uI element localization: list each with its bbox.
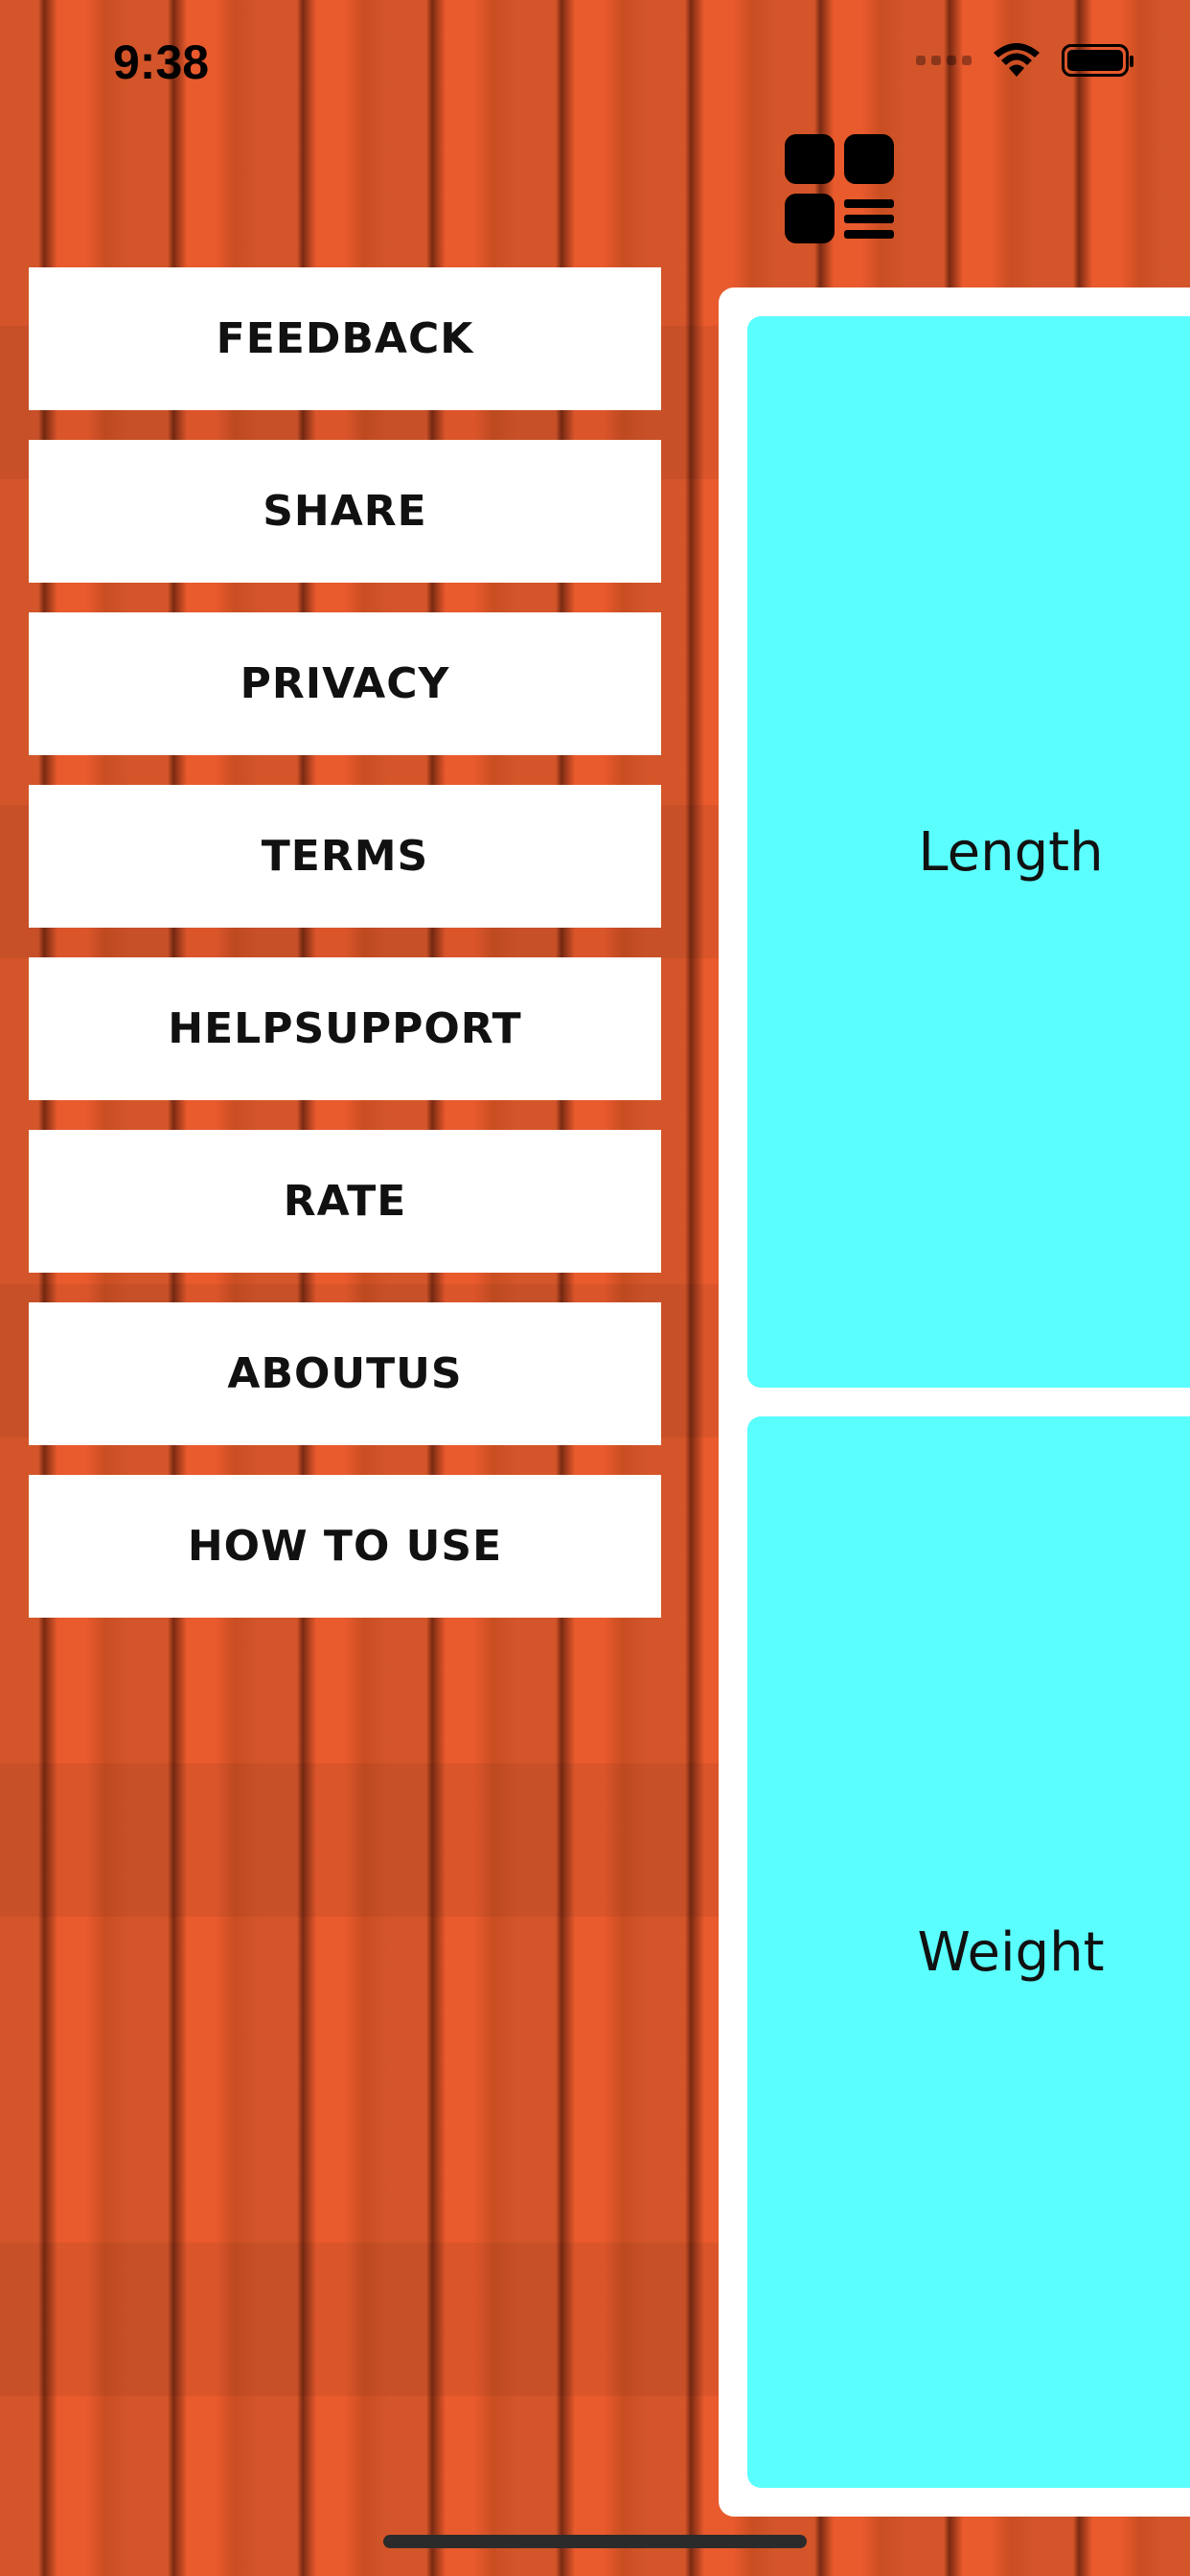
signal-icon (916, 56, 972, 65)
rate-button[interactable]: RATE (29, 1130, 661, 1273)
length-card-label: Length (918, 820, 1104, 884)
status-time: 9:38 (113, 35, 210, 89)
wifi-icon (994, 43, 1040, 77)
privacy-button[interactable]: PRIVACY (29, 612, 661, 755)
status-bar: 9:38 (0, 0, 1190, 129)
length-card[interactable]: Length (747, 316, 1190, 1388)
weight-card-label: Weight (917, 1920, 1105, 1984)
terms-button[interactable]: TERMS (29, 785, 661, 928)
weight-card[interactable]: Weight (747, 1416, 1190, 2488)
how-to-use-button[interactable]: HOW TO USE (29, 1475, 661, 1618)
side-menu: FEEDBACK SHARE PRIVACY TERMS HELPSUPPORT… (29, 267, 661, 1647)
help-support-button[interactable]: HELPSUPPORT (29, 957, 661, 1100)
about-us-button[interactable]: ABOUTUS (29, 1302, 661, 1445)
feedback-button[interactable]: FEEDBACK (29, 267, 661, 410)
status-icons (916, 42, 1133, 79)
share-button[interactable]: SHARE (29, 440, 661, 583)
battery-icon (1062, 44, 1133, 77)
home-indicator[interactable] (383, 2535, 807, 2548)
grid-list-icon[interactable] (781, 130, 898, 247)
content-panel: Length Weight (719, 288, 1190, 2517)
